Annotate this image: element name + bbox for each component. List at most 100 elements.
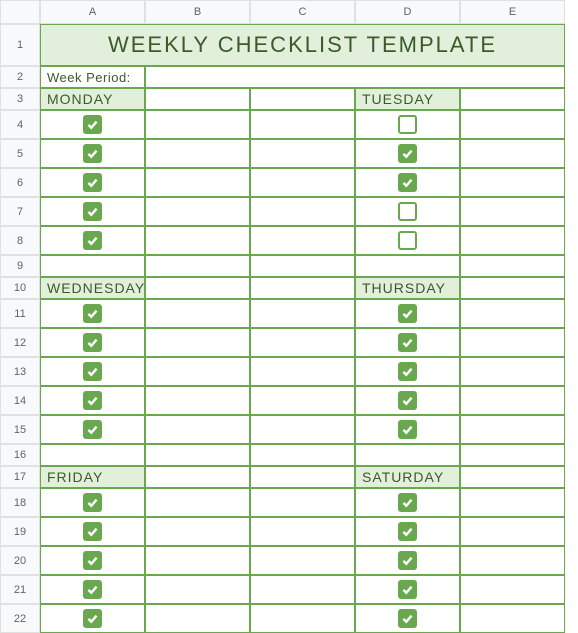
cell-D5[interactable]: [355, 139, 460, 168]
row-header[interactable]: 20: [0, 546, 40, 575]
cell-D4[interactable]: [355, 110, 460, 139]
cell-C18[interactable]: [250, 488, 355, 517]
cell-B19[interactable]: [145, 517, 250, 546]
row-header[interactable]: 16: [0, 444, 40, 466]
cell-B22[interactable]: [145, 604, 250, 633]
checkbox-checked[interactable]: [83, 420, 102, 439]
cell-B10[interactable]: [145, 277, 250, 299]
row-header[interactable]: 1: [0, 24, 40, 66]
column-header[interactable]: E: [460, 0, 565, 24]
cell-C6[interactable]: [250, 168, 355, 197]
cell-D20[interactable]: [355, 546, 460, 575]
cell-C11[interactable]: [250, 299, 355, 328]
row-header[interactable]: 9: [0, 255, 40, 277]
cell-E21[interactable]: [460, 575, 565, 604]
row-header[interactable]: 14: [0, 386, 40, 415]
row-header[interactable]: 12: [0, 328, 40, 357]
checkbox-checked[interactable]: [83, 173, 102, 192]
cell-D15[interactable]: [355, 415, 460, 444]
row-header[interactable]: 6: [0, 168, 40, 197]
cell-D16[interactable]: [355, 444, 460, 466]
cell-C17[interactable]: [250, 466, 355, 488]
cell-B6[interactable]: [145, 168, 250, 197]
cell-D11[interactable]: [355, 299, 460, 328]
cell-D9[interactable]: [355, 255, 460, 277]
row-header[interactable]: 11: [0, 299, 40, 328]
cell-E17[interactable]: [460, 466, 565, 488]
cell-C15[interactable]: [250, 415, 355, 444]
checkbox-unchecked[interactable]: [398, 231, 417, 250]
row-header[interactable]: 7: [0, 197, 40, 226]
cell-B7[interactable]: [145, 197, 250, 226]
checkbox-checked[interactable]: [83, 551, 102, 570]
cell-E14[interactable]: [460, 386, 565, 415]
cell-D7[interactable]: [355, 197, 460, 226]
cell-E13[interactable]: [460, 357, 565, 386]
cell-B12[interactable]: [145, 328, 250, 357]
checkbox-checked[interactable]: [398, 522, 417, 541]
cell-C19[interactable]: [250, 517, 355, 546]
checkbox-checked[interactable]: [83, 493, 102, 512]
cell-E20[interactable]: [460, 546, 565, 575]
cell-D14[interactable]: [355, 386, 460, 415]
cell-B20[interactable]: [145, 546, 250, 575]
cell-A22[interactable]: [40, 604, 145, 633]
column-header[interactable]: A: [40, 0, 145, 24]
cell-E9[interactable]: [460, 255, 565, 277]
cell-B21[interactable]: [145, 575, 250, 604]
checkbox-checked[interactable]: [398, 551, 417, 570]
checkbox-checked[interactable]: [83, 609, 102, 628]
cell-A20[interactable]: [40, 546, 145, 575]
row-header[interactable]: 8: [0, 226, 40, 255]
cell-D12[interactable]: [355, 328, 460, 357]
row-header[interactable]: 2: [0, 66, 40, 88]
cell-E12[interactable]: [460, 328, 565, 357]
cell-B15[interactable]: [145, 415, 250, 444]
column-header[interactable]: B: [145, 0, 250, 24]
checkbox-checked[interactable]: [83, 304, 102, 323]
day-header[interactable]: THURSDAY: [355, 277, 460, 299]
cell-C5[interactable]: [250, 139, 355, 168]
cell-E15[interactable]: [460, 415, 565, 444]
checkbox-checked[interactable]: [83, 231, 102, 250]
checkbox-checked[interactable]: [83, 144, 102, 163]
checkbox-checked[interactable]: [83, 333, 102, 352]
row-header[interactable]: 15: [0, 415, 40, 444]
cell-E5[interactable]: [460, 139, 565, 168]
checkbox-unchecked[interactable]: [398, 115, 417, 134]
cell-E10[interactable]: [460, 277, 565, 299]
row-header[interactable]: 18: [0, 488, 40, 517]
cell-A11[interactable]: [40, 299, 145, 328]
cell-D22[interactable]: [355, 604, 460, 633]
row-header[interactable]: 21: [0, 575, 40, 604]
cell-C13[interactable]: [250, 357, 355, 386]
cell-A6[interactable]: [40, 168, 145, 197]
cell-B11[interactable]: [145, 299, 250, 328]
checkbox-checked[interactable]: [83, 391, 102, 410]
cell-E16[interactable]: [460, 444, 565, 466]
row-header[interactable]: 4: [0, 110, 40, 139]
checkbox-checked[interactable]: [398, 362, 417, 381]
cell-C8[interactable]: [250, 226, 355, 255]
checkbox-checked[interactable]: [398, 304, 417, 323]
cell-C7[interactable]: [250, 197, 355, 226]
cell-C10[interactable]: [250, 277, 355, 299]
week-period-input[interactable]: [145, 66, 565, 88]
checkbox-checked[interactable]: [83, 362, 102, 381]
checkbox-checked[interactable]: [398, 333, 417, 352]
cell-B8[interactable]: [145, 226, 250, 255]
cell-A12[interactable]: [40, 328, 145, 357]
cell-A4[interactable]: [40, 110, 145, 139]
cell-A19[interactable]: [40, 517, 145, 546]
row-header[interactable]: 10: [0, 277, 40, 299]
cell-A13[interactable]: [40, 357, 145, 386]
cell-A7[interactable]: [40, 197, 145, 226]
checkbox-checked[interactable]: [398, 420, 417, 439]
row-header[interactable]: 17: [0, 466, 40, 488]
cell-E22[interactable]: [460, 604, 565, 633]
cell-E19[interactable]: [460, 517, 565, 546]
checkbox-checked[interactable]: [398, 173, 417, 192]
cell-C12[interactable]: [250, 328, 355, 357]
cell-A21[interactable]: [40, 575, 145, 604]
cell-B9[interactable]: [145, 255, 250, 277]
